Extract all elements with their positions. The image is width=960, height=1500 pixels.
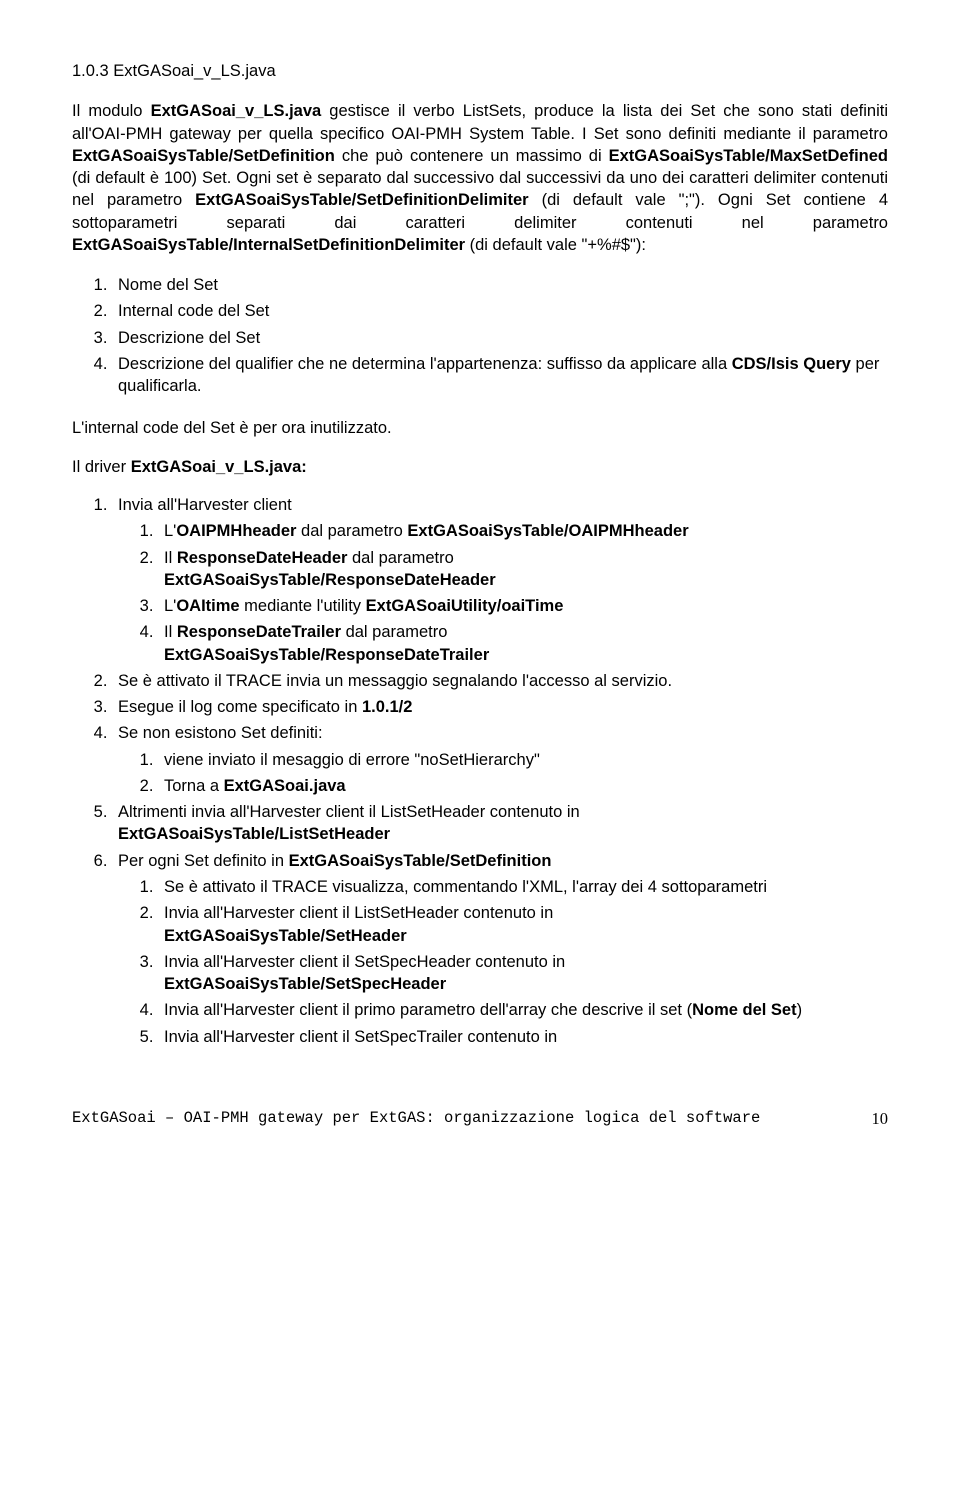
sublist: viene inviato il mesaggio di errore "noS… — [118, 749, 888, 798]
param: ExtGASoaiSysTable/SetSpecHeader — [164, 975, 446, 993]
text: che può contenere un massimo di — [335, 147, 609, 165]
term: Nome del Set — [692, 1001, 797, 1019]
list-item: Se è attivato il TRACE visualizza, comme… — [158, 876, 888, 898]
ref: 1.0.1/2 — [362, 698, 412, 716]
list-item: Se non esistono Set definiti: viene invi… — [112, 722, 888, 797]
text: dal parametro — [296, 522, 407, 540]
list-item: Altrimenti invia all'Harvester client il… — [112, 801, 888, 846]
param: ExtGASoaiSysTable/ListSetHeader — [118, 825, 390, 843]
module-name: ExtGASoai.java — [224, 777, 346, 795]
subparam-list: Nome del Set Internal code del Set Descr… — [72, 274, 888, 397]
list-item: Descrizione del qualifier che ne determi… — [112, 353, 888, 398]
param: ExtGASoaiSysTable/SetDefinition — [72, 147, 335, 165]
term: OAItime — [176, 597, 239, 615]
driver-heading: Il driver ExtGASoai_v_LS.java: — [72, 456, 888, 478]
text: dal parametro — [347, 549, 453, 567]
param: ExtGASoaiSysTable/InternalSetDefinitionD… — [72, 236, 465, 254]
text: mediante l'utility — [240, 597, 366, 615]
list-item: Il ResponseDateTrailer dal parametro Ext… — [158, 621, 888, 666]
param: ExtGASoaiSysTable/MaxSetDefined — [609, 147, 888, 165]
text: Altrimenti invia all'Harvester client il… — [118, 803, 580, 821]
list-item: viene inviato il mesaggio di errore "noS… — [158, 749, 888, 771]
intro-paragraph: Il modulo ExtGASoai_v_LS.java gestisce i… — [72, 100, 888, 256]
text: L' — [164, 597, 176, 615]
term: ResponseDateHeader — [177, 549, 348, 567]
text: Descrizione del qualifier che ne determi… — [118, 355, 732, 373]
list-item: Nome del Set — [112, 274, 888, 296]
text: Il — [164, 549, 177, 567]
term: ResponseDateTrailer — [177, 623, 341, 641]
text: Il modulo — [72, 102, 151, 120]
driver-steps: Invia all'Harvester client L'OAIPMHheade… — [72, 494, 888, 1048]
param: ExtGASoaiSysTable/SetDefinitionDelimiter — [195, 191, 528, 209]
text: ) — [797, 1001, 803, 1019]
text: Il driver — [72, 458, 131, 476]
text: Per ogni Set definito in — [118, 852, 289, 870]
text: Invia all'Harvester client il SetSpecHea… — [164, 953, 565, 971]
text: Esegue il log come specificato in — [118, 698, 362, 716]
text: L' — [164, 522, 176, 540]
list-item: Invia all'Harvester client il SetSpecTra… — [158, 1026, 888, 1048]
list-item: Il ResponseDateHeader dal parametro ExtG… — [158, 547, 888, 592]
list-item: Per ogni Set definito in ExtGASoaiSysTab… — [112, 850, 888, 1048]
text: Invia all'Harvester client il ListSetHea… — [164, 904, 553, 922]
footer-text: ExtGASoai – OAI-PMH gateway per ExtGAS: … — [72, 1109, 760, 1127]
param: ExtGASoaiSysTable/SetDefinition — [289, 852, 552, 870]
term: OAIPMHheader — [176, 522, 296, 540]
text: Se non esistono Set definiti: — [118, 724, 323, 742]
list-item: Invia all'Harvester client il primo para… — [158, 999, 888, 1021]
list-item: L'OAItime mediante l'utility ExtGASoaiUt… — [158, 595, 888, 617]
section-heading: 1.0.3 ExtGASoai_v_LS.java — [72, 60, 888, 82]
list-item: Descrizione del Set — [112, 327, 888, 349]
list-item: Torna a ExtGASoai.java — [158, 775, 888, 797]
page-footer: ExtGASoai – OAI-PMH gateway per ExtGAS: … — [72, 1108, 888, 1129]
page-number: 10 — [872, 1108, 889, 1130]
text: dal parametro — [341, 623, 447, 641]
text: Il — [164, 623, 177, 641]
param: ExtGASoaiSysTable/ResponseDateTrailer — [164, 646, 489, 664]
list-item: Invia all'Harvester client il SetSpecHea… — [158, 951, 888, 996]
text: Torna a — [164, 777, 224, 795]
text: Invia all'Harvester client — [118, 496, 292, 514]
driver-name: ExtGASoai_v_LS.java: — [131, 458, 307, 476]
module-name: ExtGASoai_v_LS.java — [151, 102, 322, 120]
list-item: Invia all'Harvester client il ListSetHea… — [158, 902, 888, 947]
param: ExtGASoaiSysTable/SetHeader — [164, 927, 407, 945]
list-item: Internal code del Set — [112, 300, 888, 322]
sublist: L'OAIPMHheader dal parametro ExtGASoaiSy… — [118, 520, 888, 666]
param: ExtGASoaiSysTable/ResponseDateHeader — [164, 571, 496, 589]
text: Invia all'Harvester client il primo para… — [164, 1001, 692, 1019]
list-item: Esegue il log come specificato in 1.0.1/… — [112, 696, 888, 718]
list-item: Se è attivato il TRACE invia un messaggi… — [112, 670, 888, 692]
param: ExtGASoaiSysTable/OAIPMHheader — [407, 522, 688, 540]
note-paragraph: L'internal code del Set è per ora inutil… — [72, 417, 888, 439]
list-item: Invia all'Harvester client L'OAIPMHheade… — [112, 494, 888, 666]
sublist: Se è attivato il TRACE visualizza, comme… — [118, 876, 888, 1048]
param: ExtGASoaiUtility/oaiTime — [366, 597, 564, 615]
term: CDS/Isis Query — [732, 355, 851, 373]
list-item: L'OAIPMHheader dal parametro ExtGASoaiSy… — [158, 520, 888, 542]
text: (di default vale "+%#$"): — [465, 236, 646, 254]
